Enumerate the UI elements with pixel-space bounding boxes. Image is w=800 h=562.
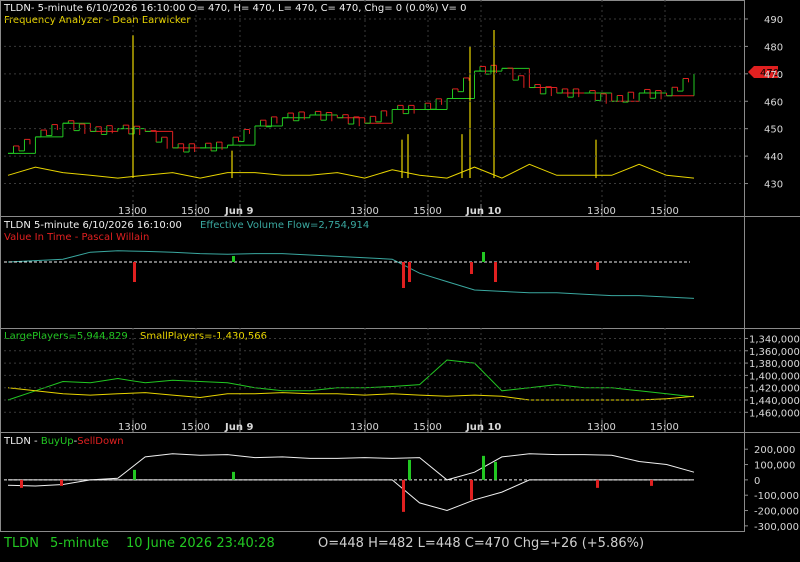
players-xtick-label: Jun 9 bbox=[224, 422, 253, 433]
players-xtick-label: 13:00 bbox=[587, 422, 616, 433]
buyup-bar bbox=[470, 479, 473, 500]
status-datetime: 10 June 2026 23:40:28 bbox=[126, 536, 275, 551]
players-xtick-label: 15:00 bbox=[181, 422, 210, 433]
price-ytick-label: 480 bbox=[764, 42, 783, 53]
price-xtick-label: Jun 9 bbox=[224, 206, 253, 217]
buyup-prefix: TLDN - bbox=[3, 436, 41, 447]
buyup-line bbox=[7, 453, 695, 487]
selldown-line bbox=[8, 479, 694, 512]
frequency-analyzer-line bbox=[7, 163, 695, 179]
buyup-ytick-label: -100,000 bbox=[754, 491, 799, 502]
buyup-bar bbox=[133, 469, 136, 480]
players-ytick-label: 1,440,000 bbox=[749, 396, 800, 407]
players-xtick-label: Jun 10 bbox=[465, 422, 501, 433]
buyup-bar bbox=[482, 455, 485, 480]
small-players-line bbox=[7, 387, 695, 401]
buyup-ytick-label: -200,000 bbox=[754, 507, 799, 518]
players-ytick-label: 1,340,000 bbox=[749, 334, 800, 345]
status-symbol: TLDN bbox=[4, 536, 39, 551]
volume-bar bbox=[470, 262, 473, 274]
price-ytick-label: 450 bbox=[764, 125, 783, 136]
buyup-bar bbox=[596, 479, 599, 488]
volume-title: TLDN 5-minute 6/10/2026 16:10:00 bbox=[3, 220, 182, 231]
evf-line bbox=[7, 250, 695, 299]
price-ytick-label: 440 bbox=[764, 152, 783, 163]
buyup-bar bbox=[408, 459, 411, 480]
volume-bar bbox=[494, 262, 497, 282]
price-xtick-label: 13:00 bbox=[350, 206, 379, 217]
status-ohlc: O=448 H=482 L=448 C=470 Chg=+26 (+5.86%) bbox=[318, 536, 645, 551]
price-xtick-label: 15:00 bbox=[181, 206, 210, 217]
large-players-label: LargePlayers=5,944,829 bbox=[4, 331, 128, 342]
price-ytick-label: 490 bbox=[764, 15, 783, 26]
price-xtick-label: Jun 10 bbox=[465, 206, 501, 217]
indicator-label: Frequency Analyzer - Dean Earwicker bbox=[4, 15, 191, 26]
volume-bar bbox=[596, 262, 599, 270]
price-xtick-label: 13:00 bbox=[587, 206, 616, 217]
players-xtick-label: 13:00 bbox=[350, 422, 379, 433]
buyup-bar bbox=[232, 471, 235, 480]
players-ytick-label: 1,400,000 bbox=[749, 371, 800, 382]
buyup-bar bbox=[402, 479, 405, 512]
status-interval: 5-minute bbox=[50, 536, 109, 551]
buyup-ytick-label: 200,000 bbox=[754, 445, 795, 456]
players-ytick-label: 1,360,000 bbox=[749, 347, 800, 358]
players-xtick-label: 15:00 bbox=[413, 422, 442, 433]
players-ytick-label: 1,460,000 bbox=[749, 408, 800, 419]
value-in-time-label: Value In Time - Pascal Willain bbox=[4, 232, 149, 243]
volume-bar bbox=[232, 256, 235, 262]
price-title: TLDN- 5-minute 6/10/2026 16:10:00 O= 470… bbox=[3, 3, 466, 14]
status-bar: TLDN 5-minute 10 June 2026 23:40:28 O=44… bbox=[0, 532, 800, 562]
buyup-bar bbox=[60, 479, 63, 486]
price-xtick-label: 15:00 bbox=[413, 206, 442, 217]
small-players-label: SmallPlayers=-1,430,566 bbox=[140, 331, 267, 342]
volume-bar bbox=[402, 262, 405, 288]
buyup-label: BuyUp bbox=[41, 436, 74, 447]
price-xtick-label: 15:00 bbox=[650, 206, 679, 217]
price-xtick-label: 13:00 bbox=[118, 206, 147, 217]
buyup-title: TLDN - BuyUp-SellDown bbox=[3, 436, 124, 447]
outer-frame bbox=[0, 0, 745, 532]
players-ytick-label: 1,420,000 bbox=[749, 384, 800, 395]
buyup-bar bbox=[494, 461, 497, 480]
selldown-label: SellDown bbox=[77, 436, 123, 447]
volume-bar bbox=[133, 262, 136, 282]
buyup-bar bbox=[20, 479, 23, 488]
buyup-ytick-label: 0 bbox=[754, 476, 760, 487]
players-xtick-label: 13:00 bbox=[118, 422, 147, 433]
buyup-bar bbox=[650, 479, 653, 486]
price-ytick-label: 430 bbox=[764, 180, 783, 191]
volume-bar bbox=[408, 262, 411, 282]
players-ytick-label: 1,380,000 bbox=[749, 359, 800, 370]
price-ytick-label: 470 bbox=[764, 70, 783, 81]
evf-label: Effective Volume Flow=2,754,914 bbox=[200, 220, 369, 231]
price-ytick-label: 460 bbox=[764, 97, 783, 108]
players-xtick-label: 15:00 bbox=[650, 422, 679, 433]
chart-canvas: TLDN- 5-minute 6/10/2026 16:10:00 O= 470… bbox=[0, 0, 800, 533]
buyup-ytick-label: 100,000 bbox=[754, 461, 795, 472]
volume-bar bbox=[482, 252, 485, 262]
